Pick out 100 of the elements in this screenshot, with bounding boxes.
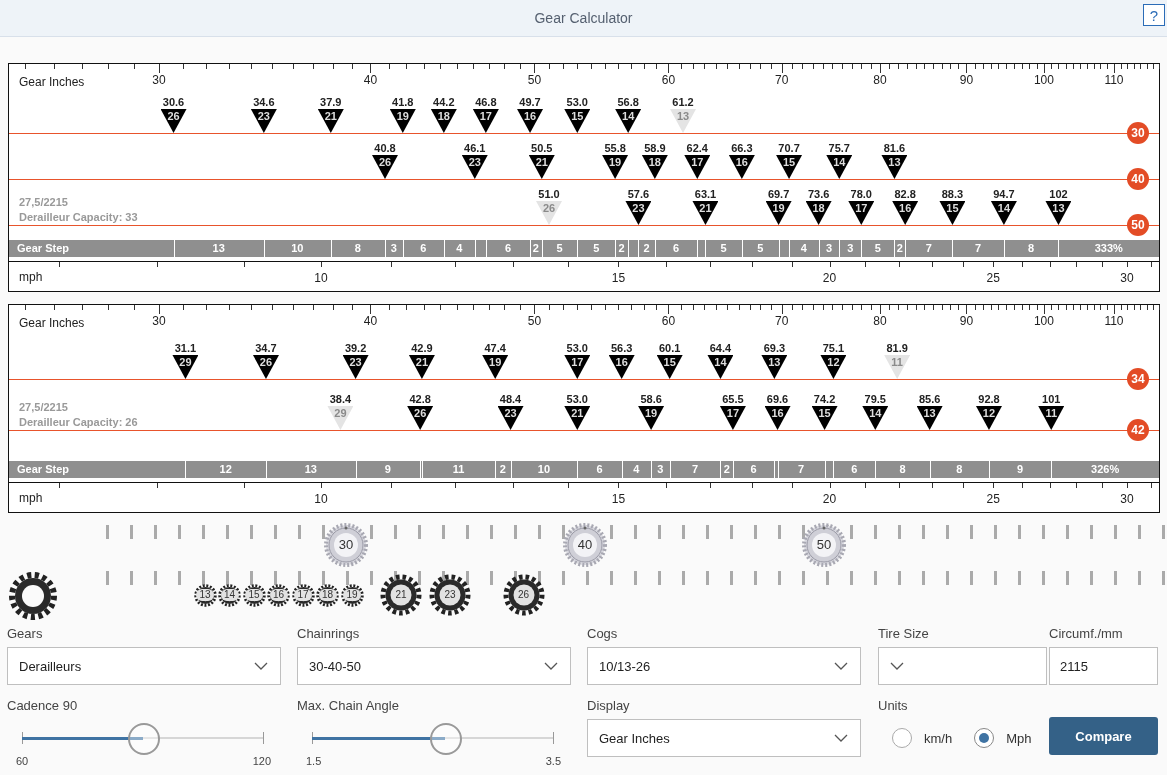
radio-label[interactable]: Mph bbox=[1006, 730, 1032, 746]
units-label: Units bbox=[878, 697, 909, 715]
gear-step-value: 13 bbox=[303, 462, 318, 477]
gear-inches-value: 74.2 bbox=[813, 393, 836, 406]
gear-step-value: 5 bbox=[592, 241, 601, 256]
gear-inches-value: 53.0 bbox=[566, 96, 588, 109]
gear-step-value: 7 bbox=[797, 462, 806, 477]
circumference-field[interactable]: 2115 bbox=[1049, 647, 1158, 685]
gear-inches-value: 81.9 bbox=[886, 342, 908, 355]
radio-button[interactable] bbox=[892, 728, 912, 748]
cog-marker: 13 bbox=[881, 155, 908, 179]
axis-tick-label: 70 bbox=[775, 314, 789, 328]
speed-axis-label: mph bbox=[19, 270, 43, 284]
display-select[interactable]: Gear Inches bbox=[587, 719, 861, 757]
cog-marker: 16 bbox=[892, 201, 919, 225]
cog-marker: 12 bbox=[976, 406, 1002, 430]
cog-marker: 15 bbox=[939, 201, 966, 225]
axis-tick-label: 90 bbox=[959, 314, 974, 328]
axis-tick-label: 110 bbox=[1104, 314, 1124, 328]
gear-step-value: 10 bbox=[290, 241, 305, 256]
chainring-badge: 40 bbox=[1127, 168, 1149, 190]
cog-marker: 29 bbox=[172, 355, 199, 379]
cog-marker: 18 bbox=[805, 201, 832, 225]
gear-inches-value: 48.4 bbox=[499, 393, 522, 406]
gear-inches-value: 50.5 bbox=[531, 142, 553, 155]
axis-tick-label: 110 bbox=[1104, 73, 1124, 87]
gear-inches-value: 38.4 bbox=[329, 393, 352, 406]
axis-tick-label: 70 bbox=[775, 73, 789, 87]
cog-teeth-label: 19 bbox=[343, 589, 361, 601]
cog-marker: 16 bbox=[764, 406, 791, 430]
cog-marker: 19 bbox=[482, 355, 509, 379]
speed-tick-label: 30 bbox=[1120, 271, 1134, 285]
gear-step-value: 9 bbox=[1016, 462, 1025, 477]
cog-marker: 19 bbox=[602, 155, 629, 179]
gear-step-value: 5 bbox=[873, 241, 882, 256]
axis-tick-label: 40 bbox=[363, 73, 378, 87]
gear-step-value: 2 bbox=[531, 241, 540, 256]
tire-size-label: Tire Size bbox=[878, 625, 930, 643]
cadence-slider[interactable] bbox=[22, 723, 264, 753]
cog-marker: 18 bbox=[430, 109, 457, 133]
gear-inches-value: 31.1 bbox=[174, 342, 197, 355]
compare-button[interactable]: Compare bbox=[1049, 717, 1158, 755]
speed-tick-label: 25 bbox=[986, 492, 1000, 506]
help-button[interactable]: ? bbox=[1143, 4, 1165, 26]
circumference-label: Circumf./mm bbox=[1049, 625, 1124, 643]
axis-tick-label: 40 bbox=[363, 314, 378, 328]
gear-step-value: 3 bbox=[824, 241, 833, 256]
slider-max-label: 3.5 bbox=[545, 755, 561, 767]
speed-tick-label: 10 bbox=[314, 271, 328, 285]
gear-step-value: 7 bbox=[974, 241, 983, 256]
gear-step-value: 8 bbox=[1027, 241, 1036, 256]
speed-tick-label: 10 bbox=[314, 492, 328, 506]
speed-tick-label: 30 bbox=[1120, 492, 1134, 506]
cog-marker: 23 bbox=[461, 155, 488, 179]
gear-inches-value: 30.6 bbox=[162, 96, 185, 109]
gear-step-value: 10 bbox=[536, 462, 552, 477]
chain-angle-slider[interactable] bbox=[312, 723, 554, 753]
cog-marker: 13 bbox=[670, 109, 696, 133]
gears-select[interactable]: Derailleurs bbox=[7, 647, 281, 685]
speed-axis-label: mph bbox=[19, 491, 43, 505]
cog-marker: 16 bbox=[728, 155, 755, 179]
cog-marker: 11 bbox=[1038, 406, 1065, 430]
gear-inches-value: 58.9 bbox=[644, 142, 666, 155]
gear-step-value: 3 bbox=[389, 241, 398, 256]
cog-marker: 26 bbox=[252, 355, 279, 379]
cog-marker: 17 bbox=[684, 155, 711, 179]
gear-inches-value: 81.6 bbox=[883, 142, 906, 155]
cogs-select[interactable]: 10/13-26 bbox=[587, 647, 861, 685]
cog-gear-icon[interactable] bbox=[502, 574, 545, 616]
gear-step-label: Gear Step bbox=[16, 462, 70, 477]
gear-inches-value: 56.3 bbox=[610, 342, 633, 355]
gear-inches-value: 92.8 bbox=[978, 393, 1000, 406]
radio-label[interactable]: km/h bbox=[924, 730, 953, 746]
slider-thumb[interactable] bbox=[430, 723, 463, 755]
cog-marker: 15 bbox=[776, 155, 803, 179]
cog-marker: 26 bbox=[407, 406, 434, 430]
cog-marker: 16 bbox=[608, 355, 635, 379]
radio-button[interactable] bbox=[974, 728, 995, 748]
chainrings-select[interactable]: 30-40-50 bbox=[297, 647, 571, 685]
chainring-gear[interactable]: 40 bbox=[561, 521, 609, 569]
cog-marker: 14 bbox=[862, 406, 889, 430]
chainrings-label: Chainrings bbox=[297, 625, 361, 643]
chainring-gear[interactable]: 30 bbox=[322, 521, 370, 569]
gear-inches-value: 49.7 bbox=[519, 96, 541, 109]
gear-inches-value: 60.1 bbox=[658, 342, 681, 355]
gear-inches-value: 78.0 bbox=[850, 188, 872, 201]
cog-marker: 21 bbox=[564, 406, 591, 430]
gear-step-value: 5 bbox=[756, 241, 765, 256]
gear-inches-value: 55.8 bbox=[604, 142, 626, 155]
cog-marker: 17 bbox=[472, 109, 499, 133]
gear-inches-value: 40.8 bbox=[374, 142, 396, 155]
chainring-gear[interactable]: 50 bbox=[800, 521, 848, 569]
gear-inches-value: 51.0 bbox=[538, 188, 560, 201]
slider-thumb[interactable] bbox=[128, 723, 160, 755]
slider-min-label: 1.5 bbox=[306, 755, 322, 767]
gear-inches-value: 101 bbox=[1042, 393, 1061, 406]
cog-gear-icon[interactable] bbox=[429, 574, 471, 616]
speed-tick-label: 15 bbox=[611, 271, 626, 285]
chevron-down-icon bbox=[544, 662, 558, 670]
gear-inches-value: 69.3 bbox=[763, 342, 786, 355]
